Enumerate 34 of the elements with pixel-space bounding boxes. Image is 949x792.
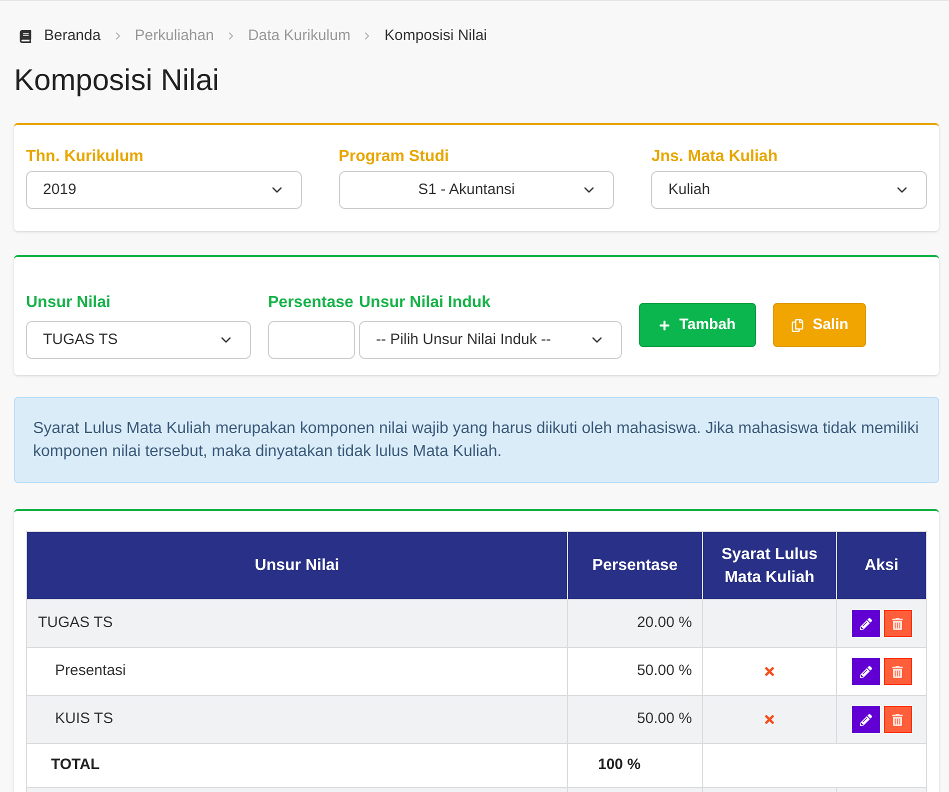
field-label: Unsur Nilai Induk (359, 293, 492, 313)
select-field[interactable]: 2019 (26, 171, 302, 209)
select-field[interactable]: TUGAS TS (26, 321, 251, 359)
column-header: Unsur Nilai (26, 532, 568, 600)
field-label: Program Studi (338, 147, 450, 167)
trash-icon (892, 666, 903, 678)
copy-icon (790, 318, 804, 332)
select-field[interactable]: S1 - Akuntansi (338, 171, 614, 209)
trash-icon (892, 714, 903, 726)
info-alert: Syarat Lulus Mata Kuliah merupakan komponen nilai wajib yang harus diikuti oleh mahasiswa. Jika mahasiswa tidak memiliki komponen nilai tersebut, maka dinyatakan tidak lulus Mata Kuliah. (14, 397, 939, 483)
select-value: 2019 (43, 180, 78, 200)
input-field[interactable] (268, 321, 355, 359)
pencil-icon (860, 714, 872, 726)
pencil-icon (860, 618, 872, 630)
select-value: S1 - Akuntansi (417, 180, 516, 200)
edit-button[interactable] (852, 658, 880, 685)
field-label: Unsur Nilai (26, 293, 112, 313)
pencil-icon (860, 666, 872, 678)
field-label: Thn. Kurikulum (26, 147, 144, 167)
select-field[interactable]: -- Pilih Unsur Nilai Induk -- (359, 321, 622, 359)
field-label: Persentase (268, 293, 354, 313)
select-value: TUGAS TS (43, 330, 119, 350)
breadcrumb-item[interactable]: Komposisi Nilai (384, 24, 488, 48)
field-label: Jns. Mata Kuliah (651, 147, 779, 167)
edit-button[interactable] (852, 610, 880, 637)
select-value: Kuliah (668, 180, 712, 200)
page-title: Komposisi Nilai (14, 63, 220, 99)
select-value: -- Pilih Unsur Nilai Induk -- (376, 330, 552, 350)
edit-button[interactable] (852, 706, 880, 733)
book-icon (19, 30, 32, 42)
trash-icon (892, 618, 903, 630)
plus-icon (659, 320, 670, 330)
breadcrumb-item[interactable]: Beranda (44, 24, 101, 48)
select-field[interactable]: Kuliah (651, 171, 928, 209)
